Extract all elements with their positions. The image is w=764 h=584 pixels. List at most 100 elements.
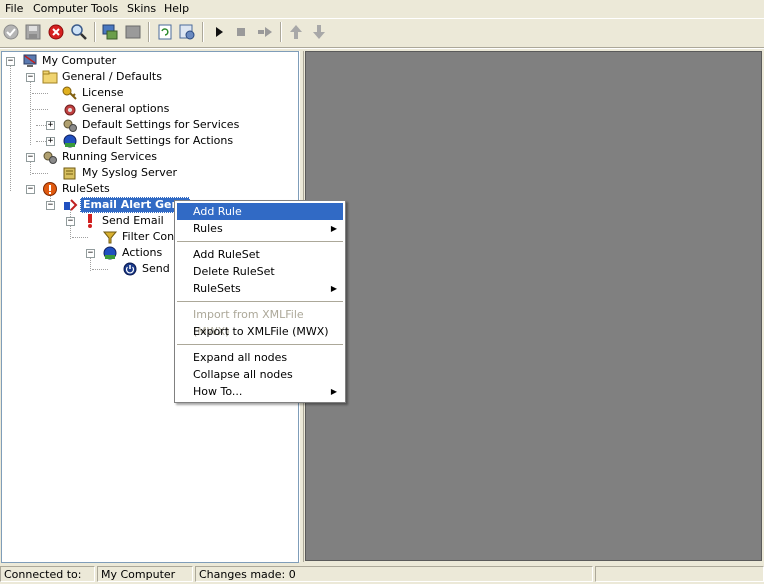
submenu-arrow-icon: ▶	[330, 284, 337, 293]
expand-icon[interactable]: +	[46, 121, 55, 130]
toolbar-separator	[202, 22, 204, 42]
power-icon	[123, 262, 137, 276]
gears-icon	[63, 119, 77, 132]
status-changes: Changes made: 0	[195, 566, 593, 582]
menu-item-label: Add RuleSet	[193, 248, 260, 261]
menu-tools[interactable]: Tools	[91, 1, 118, 16]
menu-separator	[177, 301, 343, 302]
configure-icon[interactable]	[178, 23, 196, 41]
menu-separator	[177, 344, 343, 345]
stop-icon[interactable]	[232, 23, 250, 41]
menu-item-label: Expand all nodes	[193, 351, 288, 364]
collapse-icon[interactable]: −	[86, 249, 95, 258]
stop-service-icon[interactable]	[124, 23, 142, 41]
menu-item-collapse-all[interactable]: Collapse all nodes	[177, 366, 343, 383]
folder-icon	[42, 70, 58, 84]
save-icon[interactable]	[24, 23, 42, 41]
toolbar	[0, 18, 764, 45]
menu-item-label: Collapse all nodes	[193, 368, 293, 381]
tree-label: Running Services	[62, 150, 157, 163]
tree-label: My Computer	[42, 54, 117, 67]
menu-skins[interactable]: Skins	[127, 1, 156, 16]
tree-node-rulesets[interactable]: − RuleSets	[2, 181, 292, 197]
server-icon	[63, 167, 76, 180]
tree-label: RuleSets	[62, 182, 110, 195]
menu-item-label: How To...	[193, 385, 243, 398]
tree-node-general-options[interactable]: General options	[2, 101, 292, 117]
refresh-icon[interactable]	[156, 23, 174, 41]
computer-settings-icon[interactable]	[101, 23, 119, 41]
menu-item-add-ruleset[interactable]: Add RuleSet	[177, 246, 343, 263]
menu-item-rulesets[interactable]: RuleSets ▶	[177, 280, 343, 297]
toolbar-divider	[0, 47, 764, 49]
collapse-icon[interactable]: −	[26, 185, 35, 194]
context-menu: Add Rule Rules ▶ Add RuleSet Delete RuleS…	[174, 200, 346, 403]
ruleset-icon	[43, 182, 57, 196]
tree-label: Actions	[122, 246, 163, 259]
tree-node-general-defaults[interactable]: − General / Defaults	[2, 69, 292, 85]
alert-icon	[88, 214, 92, 228]
collapse-icon[interactable]: −	[6, 57, 15, 66]
options-icon	[64, 104, 76, 116]
move-up-icon[interactable]	[287, 23, 305, 41]
toolbar-separator	[148, 22, 150, 42]
menu-item-how-to[interactable]: How To... ▶	[177, 383, 343, 400]
tree-node-default-actions[interactable]: + Default Settings for Actions	[2, 133, 292, 149]
step-icon[interactable]	[256, 23, 274, 41]
menu-item-delete-ruleset[interactable]: Delete RuleSet	[177, 263, 343, 280]
tree-label: General options	[82, 102, 170, 115]
menu-item-rules[interactable]: Rules ▶	[177, 220, 343, 237]
tree-node-syslog-server[interactable]: My Syslog Server	[2, 165, 292, 181]
menu-item-label: Export to XMLFile (MWX)	[193, 325, 329, 338]
tree-node-license[interactable]: License	[2, 85, 292, 101]
delete-icon[interactable]	[47, 23, 65, 41]
menu-bar: File Computer Tools Skins Help	[0, 0, 764, 17]
toolbar-separator	[280, 22, 282, 42]
menu-help[interactable]: Help	[164, 1, 189, 16]
menu-item-add-rule[interactable]: Add Rule	[177, 203, 343, 220]
move-down-icon[interactable]	[310, 23, 328, 41]
detail-panel	[305, 51, 762, 561]
menu-item-expand-all[interactable]: Expand all nodes	[177, 349, 343, 366]
tree-label: Filter Cond	[122, 230, 182, 243]
toolbar-separator	[94, 22, 96, 42]
key-icon	[62, 86, 77, 100]
tree-node-running-services[interactable]: − Running Services	[2, 149, 292, 165]
collapse-icon[interactable]: −	[66, 217, 75, 226]
menu-item-export-xml[interactable]: Export to XMLFile (MWX)	[177, 323, 343, 340]
menu-computer[interactable]: Computer	[33, 1, 88, 16]
tree-node-my-computer[interactable]: − My Computer	[2, 53, 292, 69]
submenu-arrow-icon: ▶	[330, 387, 337, 396]
status-connected-label: Connected to:	[0, 566, 95, 582]
check-icon[interactable]	[2, 23, 20, 41]
tree-label: My Syslog Server	[82, 166, 178, 179]
tree-label: Default Settings for Actions	[82, 134, 234, 147]
submenu-arrow-icon: ▶	[330, 224, 337, 233]
tree-label: General / Defaults	[62, 70, 162, 83]
gears-icon	[43, 151, 57, 164]
find-icon[interactable]	[70, 23, 88, 41]
collapse-icon[interactable]: −	[26, 73, 35, 82]
filter-icon	[102, 231, 118, 244]
expand-icon[interactable]: +	[46, 137, 55, 146]
menu-item-import-xml: Import from XMLFile (MWX)	[177, 306, 343, 338]
menu-item-label: RuleSets	[193, 282, 241, 295]
menu-item-label: Add Rule	[193, 205, 242, 218]
status-bar: Connected to: My Computer Changes made: …	[0, 565, 764, 584]
menu-file[interactable]: File	[5, 1, 23, 16]
actions-icon	[103, 246, 117, 260]
tree-label: Send Email	[102, 214, 164, 227]
play-icon[interactable]	[210, 23, 228, 41]
computer-icon	[23, 54, 37, 67]
menu-separator	[177, 241, 343, 242]
status-empty-pane	[595, 566, 764, 582]
collapse-icon[interactable]: −	[26, 153, 35, 162]
menu-item-label: Rules	[193, 222, 223, 235]
tree-label: Default Settings for Services	[82, 118, 240, 131]
menu-item-label: Delete RuleSet	[193, 265, 275, 278]
actions-icon	[63, 134, 77, 148]
collapse-icon[interactable]: −	[46, 201, 55, 210]
status-computer: My Computer	[97, 566, 193, 582]
tree-label: License	[82, 86, 124, 99]
tree-node-default-services[interactable]: + Default Settings for Services	[2, 117, 292, 133]
